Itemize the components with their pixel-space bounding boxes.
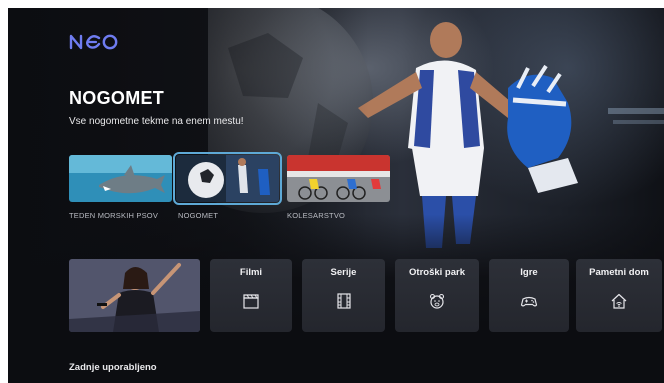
category-otroski-park[interactable]: Otroški park bbox=[395, 259, 479, 332]
neo-logo bbox=[69, 34, 118, 50]
shark-thumbnail-icon bbox=[69, 155, 172, 202]
category-label: Serije bbox=[330, 267, 357, 278]
category-igre[interactable]: Igre bbox=[489, 259, 569, 332]
category-label: Otroški park bbox=[409, 267, 465, 278]
hero-title: NOGOMET bbox=[69, 88, 165, 108]
recent-section-title: Zadnje uporabljeno bbox=[69, 362, 157, 373]
hero-subtitle: Vse nogometne tekme na enem mestu! bbox=[69, 116, 244, 127]
featured-concert-image bbox=[69, 259, 200, 332]
channel-thumb-cycling[interactable] bbox=[287, 155, 390, 202]
category-label: Igre bbox=[520, 267, 538, 278]
category-pametni-dom[interactable]: Pametni dom bbox=[576, 259, 662, 332]
category-label: Pametni dom bbox=[589, 267, 649, 278]
category-serije[interactable]: Serije bbox=[302, 259, 385, 332]
football-thumbnail-icon bbox=[176, 155, 279, 202]
tv-home-screen: NOGOMET Vse nogometne tekme na enem mest… bbox=[8, 8, 664, 383]
channel-thumb-football[interactable] bbox=[173, 152, 282, 205]
smart-home-icon bbox=[611, 293, 627, 309]
channel-thumb-shark[interactable] bbox=[69, 155, 172, 202]
clapperboard-icon bbox=[243, 294, 259, 309]
category-label: Filmi bbox=[239, 267, 263, 278]
bear-icon bbox=[429, 293, 445, 309]
film-strip-icon bbox=[336, 293, 351, 309]
cycling-thumbnail-icon bbox=[287, 155, 390, 202]
gamepad-icon bbox=[520, 296, 538, 307]
channel-label-shark: TEDEN MORSKIH PSOV bbox=[69, 211, 159, 220]
channel-label-football: NOGOMET bbox=[178, 211, 219, 220]
featured-tile[interactable] bbox=[69, 259, 200, 332]
channel-label-cycling: KOLESARSTVO bbox=[287, 211, 346, 220]
category-filmi[interactable]: Filmi bbox=[210, 259, 292, 332]
